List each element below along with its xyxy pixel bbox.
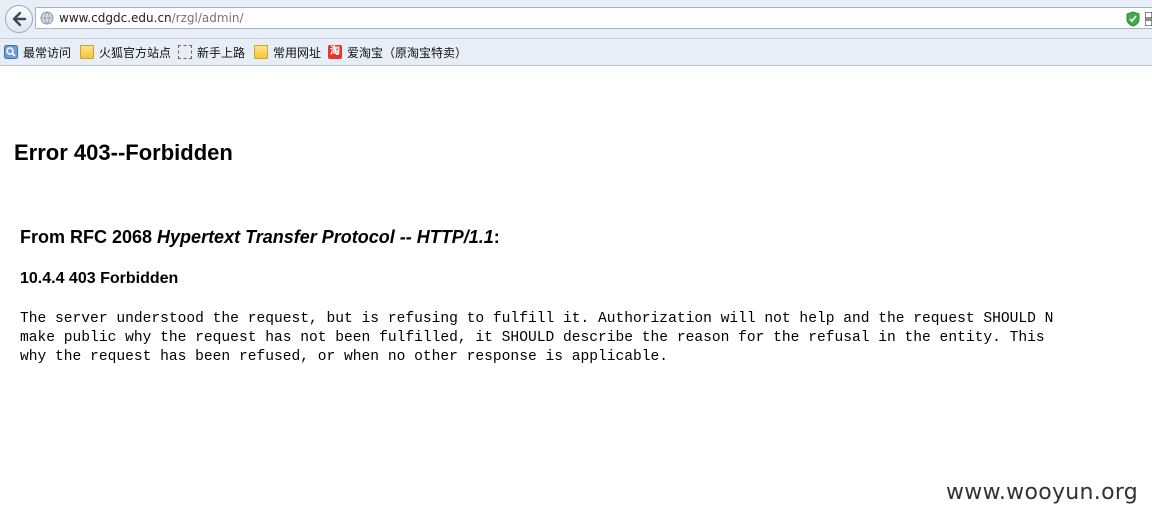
bookmark-label: 最常访问 [23, 45, 72, 60]
back-arrow-icon [12, 11, 27, 27]
taobao-icon: 淘 [328, 45, 342, 59]
url-host: www.cdgdc.edu.cn [59, 11, 172, 25]
bookmark-label: 火狐官方站点 [99, 45, 172, 60]
bookmark-common-sites[interactable]: 常用网址 [254, 44, 321, 60]
section-heading: 10.4.4 403 Forbidden [20, 270, 179, 287]
description-line: The server understood the request, but i… [20, 311, 1054, 327]
bookmark-ai-taobao[interactable]: 淘 爱淘宝（原淘宝特卖） [328, 44, 467, 60]
dotted-page-icon [178, 45, 192, 59]
back-button[interactable] [5, 5, 33, 33]
watermark: www.wooyun.org [946, 480, 1139, 505]
bookmark-label: 常用网址 [273, 45, 322, 60]
url-text[interactable]: www.cdgdc.edu.cn/rzgl/admin/ [59, 10, 244, 26]
description-line: why the request has been refused, or whe… [20, 349, 669, 365]
folder-icon [254, 45, 268, 59]
rfc-suffix: : [493, 227, 500, 247]
bookmark-most-visited[interactable]: 最常访问 [4, 44, 71, 60]
folder-icon [80, 45, 94, 59]
shield-icon[interactable] [1126, 11, 1140, 27]
rfc-heading: From RFC 2068 Hypertext Transfer Protoco… [20, 227, 500, 248]
bookmark-label: 爱淘宝（原淘宝特卖） [347, 45, 468, 60]
navigation-toolbar: www.cdgdc.edu.cn/rzgl/admin/ [0, 0, 1152, 39]
rfc-title: Hypertext Transfer Protocol -- HTTP/1.1 [157, 227, 494, 247]
bookmark-getting-started[interactable]: 新手上路 [178, 44, 245, 60]
error-description: The server understood the request, but i… [20, 310, 1053, 367]
qr-code-icon[interactable] [1145, 12, 1152, 26]
url-bar[interactable]: www.cdgdc.edu.cn/rzgl/admin/ [35, 7, 1152, 29]
bookmarks-toolbar: 最常访问 火狐官方站点 新手上路 常用网址 淘 爱淘宝（原淘宝特卖） [0, 39, 1152, 66]
rfc-prefix: From RFC 2068 [20, 227, 158, 247]
most-visited-icon [4, 45, 18, 59]
bookmark-label: 新手上路 [197, 45, 246, 60]
bookmark-firefox-official[interactable]: 火狐官方站点 [80, 44, 171, 60]
description-line: make public why the request has not been… [20, 330, 1045, 346]
page-title: Error 403--Forbidden [14, 140, 233, 165]
globe-icon [40, 11, 54, 25]
url-path: /rzgl/admin/ [171, 11, 244, 25]
